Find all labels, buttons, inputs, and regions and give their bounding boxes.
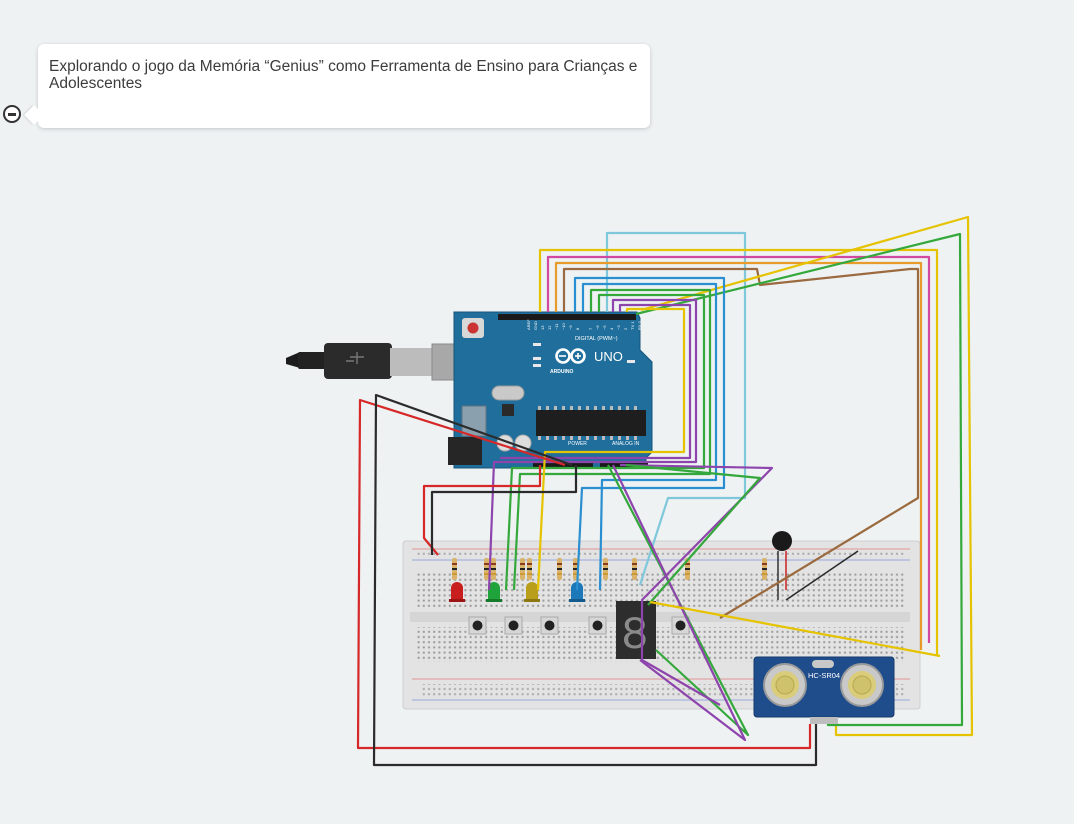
svg-text:~10: ~10 [561, 322, 566, 330]
seven-segment-display[interactable]: 8 [616, 601, 656, 662]
push-button[interactable] [588, 616, 607, 635]
svg-text:~6: ~6 [595, 325, 600, 330]
svg-text:GND: GND [533, 321, 538, 330]
note-card[interactable]: Explorando o jogo da Memória “Genius” co… [38, 44, 650, 128]
display-digit: 8 [621, 610, 649, 662]
digital-header-label: DIGITAL (PWM~) [575, 336, 618, 342]
svg-text:AREF: AREF [526, 319, 531, 330]
svg-text:~9: ~9 [568, 325, 573, 330]
analog-label: ANALOG IN [612, 441, 640, 447]
svg-text:~11: ~11 [554, 323, 559, 330]
resistor[interactable] [520, 558, 525, 580]
ultrasonic-sensor[interactable]: HC-SR04 [753, 656, 895, 724]
push-button[interactable] [468, 616, 487, 635]
sensor-label: HC-SR04 [808, 671, 840, 680]
brand-label: ARDUINO [550, 369, 573, 375]
resistor[interactable] [557, 558, 562, 580]
svg-text:~3: ~3 [616, 325, 621, 330]
resistor[interactable] [484, 558, 489, 580]
svg-text:~5: ~5 [602, 325, 607, 330]
arduino-uno-board[interactable]: DIGITAL (PWM~) AREF GND 13 12 ~11 ~10 ~9… [286, 311, 653, 469]
resistor[interactable] [452, 558, 457, 580]
svg-text:TX 1: TX 1 [630, 321, 635, 330]
minus-circle-icon[interactable] [3, 105, 21, 123]
svg-text:13: 13 [540, 325, 545, 330]
note-text: Explorando o jogo da Memória “Genius” co… [49, 58, 638, 92]
usb-cable[interactable] [286, 343, 459, 381]
push-button[interactable] [540, 616, 559, 635]
push-button[interactable] [504, 616, 523, 635]
resistor[interactable] [603, 558, 608, 580]
svg-text:12: 12 [547, 325, 552, 330]
resistor[interactable] [632, 558, 637, 580]
board-model-label: UNO [594, 349, 623, 364]
svg-text:RX 0: RX 0 [637, 320, 642, 330]
resistor[interactable] [762, 558, 767, 580]
resistor[interactable] [491, 558, 496, 580]
power-label: POWER [568, 441, 587, 447]
resistor[interactable] [527, 558, 532, 580]
